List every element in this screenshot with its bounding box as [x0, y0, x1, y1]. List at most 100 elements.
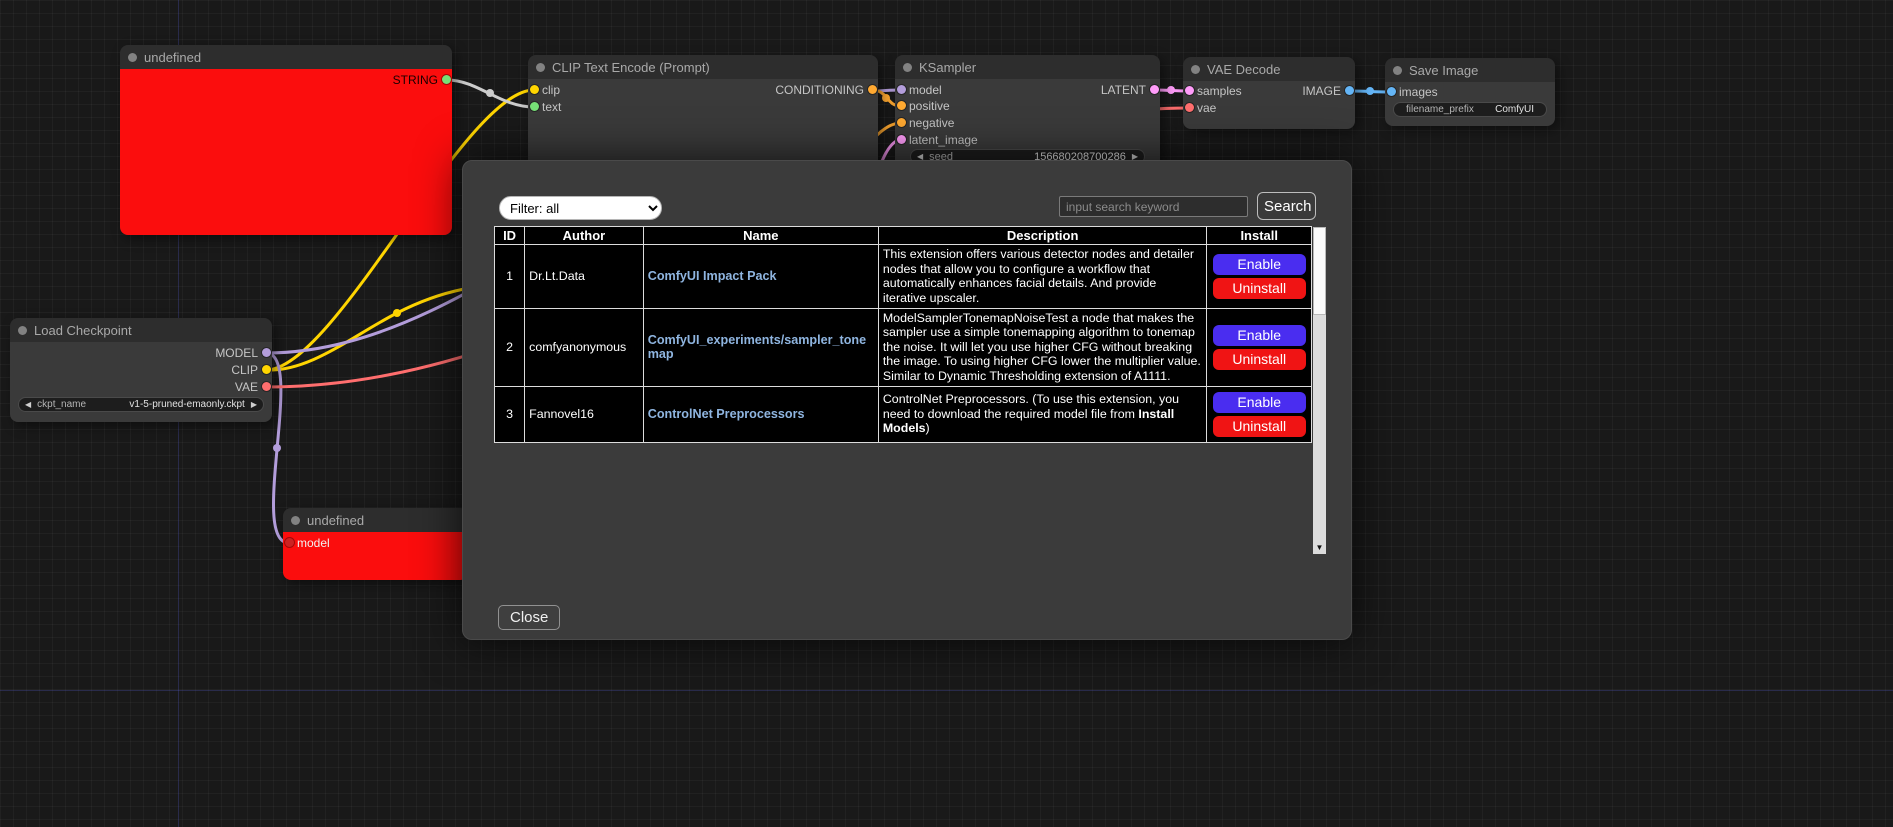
slot-pin[interactable]	[897, 85, 906, 94]
slot-pin[interactable]	[897, 135, 906, 144]
node-save-image[interactable]: Save Image images filename_prefix ComfyU…	[1385, 58, 1555, 126]
wire-dot	[273, 444, 281, 452]
node-title-bar[interactable]: undefined	[120, 45, 452, 69]
extension-link[interactable]: ComfyUI_experiments/sampler_tonemap	[648, 333, 866, 361]
slot-pin[interactable]	[897, 118, 906, 127]
scrollbar-thumb[interactable]	[1313, 227, 1326, 315]
node-undefined-bottom[interactable]: undefined model	[283, 508, 468, 580]
node-title-bar[interactable]: KSampler	[895, 55, 1160, 79]
slot-label: CONDITIONING	[775, 83, 864, 97]
table-scrollbar[interactable]: ▼	[1313, 227, 1326, 554]
slot-pin[interactable]	[897, 101, 906, 110]
node-body[interactable]: images filename_prefix ComfyUI	[1385, 82, 1555, 126]
slot-pin[interactable]	[1185, 86, 1194, 95]
slot-label: negative	[909, 116, 954, 130]
filter-select[interactable]: Filter: all	[499, 196, 662, 220]
output-slot-conditioning[interactable]: CONDITIONING	[775, 83, 878, 97]
extension-table-wrap: ID Author Name Description Install 1 Dr.…	[494, 226, 1312, 443]
node-title: Save Image	[1409, 63, 1478, 78]
slot-pin[interactable]	[868, 85, 877, 94]
output-slot-string[interactable]: STRING	[393, 73, 452, 87]
slot-pin[interactable]	[1150, 85, 1159, 94]
cell-id: 1	[495, 245, 525, 309]
slot-pin[interactable]	[530, 85, 539, 94]
node-title-bar[interactable]: CLIP Text Encode (Prompt)	[528, 55, 878, 79]
scrollbar-down-icon[interactable]: ▼	[1313, 541, 1326, 554]
slot-pin[interactable]	[1185, 103, 1194, 112]
output-slot-latent[interactable]: LATENT	[1101, 83, 1160, 97]
uninstall-button[interactable]: Uninstall	[1213, 416, 1306, 437]
cell-description: ControlNet Preprocessors. (To use this e…	[878, 386, 1207, 442]
wire-dot	[393, 309, 401, 317]
input-slot-model[interactable]: model	[283, 536, 330, 550]
header-name: Name	[643, 227, 878, 245]
node-vae-decode[interactable]: VAE Decode samples vae IMAGE	[1183, 57, 1355, 129]
input-slot-images[interactable]: images	[1385, 85, 1438, 99]
slot-pin[interactable]	[1345, 86, 1354, 95]
extension-link[interactable]: ComfyUI Impact Pack	[648, 269, 777, 283]
slot-label: clip	[542, 83, 560, 97]
node-collapse-dot[interactable]	[536, 63, 545, 72]
node-collapse-dot[interactable]	[128, 53, 137, 62]
slot-pin[interactable]	[262, 348, 271, 357]
slot-pin[interactable]	[1387, 87, 1396, 96]
wire-dot	[486, 89, 494, 97]
uninstall-button[interactable]: Uninstall	[1213, 349, 1306, 370]
node-title-bar[interactable]: undefined	[283, 508, 468, 532]
slot-pin[interactable]	[262, 382, 271, 391]
enable-button[interactable]: Enable	[1213, 392, 1306, 413]
stepper-left-icon[interactable]: ◀	[25, 397, 31, 412]
slot-label: positive	[909, 99, 950, 113]
node-title: VAE Decode	[1207, 62, 1280, 77]
node-body[interactable]: model	[283, 532, 468, 580]
widget-value: v1-5-pruned-emaonly.ckpt	[129, 399, 244, 410]
wire-dot	[1167, 86, 1175, 94]
slot-pin[interactable]	[442, 75, 451, 84]
enable-button[interactable]: Enable	[1213, 325, 1306, 346]
output-slot-clip[interactable]: CLIP	[231, 363, 272, 377]
slot-pin[interactable]	[262, 365, 271, 374]
extension-link[interactable]: ControlNet Preprocessors	[648, 407, 805, 421]
graph-canvas[interactable]: { "colors": { "model": "#b39ddb", "clip"…	[0, 0, 1893, 827]
output-slot-image[interactable]: IMAGE	[1302, 84, 1355, 98]
ckpt-name-widget[interactable]: ◀ ckpt_name v1-5-pruned-emaonly.ckpt ▶	[18, 397, 264, 412]
node-undefined-top[interactable]: undefined STRING	[120, 45, 452, 235]
input-slot-positive[interactable]: positive	[895, 99, 950, 113]
filename-prefix-widget[interactable]: filename_prefix ComfyUI	[1393, 102, 1547, 117]
stepper-right-icon[interactable]: ▶	[251, 397, 257, 412]
node-collapse-dot[interactable]	[1393, 66, 1402, 75]
node-title-bar[interactable]: Save Image	[1385, 58, 1555, 82]
input-slot-text[interactable]: text	[528, 100, 561, 114]
node-title-bar[interactable]: VAE Decode	[1183, 57, 1355, 81]
node-collapse-dot[interactable]	[903, 63, 912, 72]
slot-label: vae	[1197, 101, 1216, 115]
node-title: undefined	[307, 513, 364, 528]
enable-button[interactable]: Enable	[1213, 254, 1306, 275]
input-slot-samples[interactable]: samples	[1183, 84, 1242, 98]
slot-pin[interactable]	[530, 102, 539, 111]
slot-label: LATENT	[1101, 83, 1146, 97]
header-author: Author	[525, 227, 644, 245]
output-slot-vae[interactable]: VAE	[235, 380, 272, 394]
slot-pin[interactable]	[285, 538, 294, 547]
input-slot-negative[interactable]: negative	[895, 116, 954, 130]
search-button[interactable]: Search	[1257, 192, 1316, 220]
input-slot-vae[interactable]: vae	[1183, 101, 1216, 115]
input-slot-clip[interactable]: clip	[528, 83, 560, 97]
slot-label: samples	[1197, 84, 1242, 98]
node-body[interactable]: MODEL CLIP VAE ◀ ckpt_name v1-5-pruned-e…	[10, 342, 272, 422]
node-load-checkpoint[interactable]: Load Checkpoint MODEL CLIP VAE ◀ ckpt_na…	[10, 318, 272, 422]
search-input[interactable]	[1059, 196, 1248, 217]
input-slot-model[interactable]: model	[895, 83, 942, 97]
node-collapse-dot[interactable]	[291, 516, 300, 525]
node-body[interactable]: STRING	[120, 69, 452, 235]
extension-table: ID Author Name Description Install 1 Dr.…	[494, 226, 1312, 443]
output-slot-model[interactable]: MODEL	[215, 346, 272, 360]
node-collapse-dot[interactable]	[18, 326, 27, 335]
node-title-bar[interactable]: Load Checkpoint	[10, 318, 272, 342]
input-slot-latent-image[interactable]: latent_image	[895, 133, 978, 147]
close-button[interactable]: Close	[498, 605, 560, 630]
uninstall-button[interactable]: Uninstall	[1213, 278, 1306, 299]
node-body[interactable]: samples vae IMAGE	[1183, 81, 1355, 129]
node-collapse-dot[interactable]	[1191, 65, 1200, 74]
